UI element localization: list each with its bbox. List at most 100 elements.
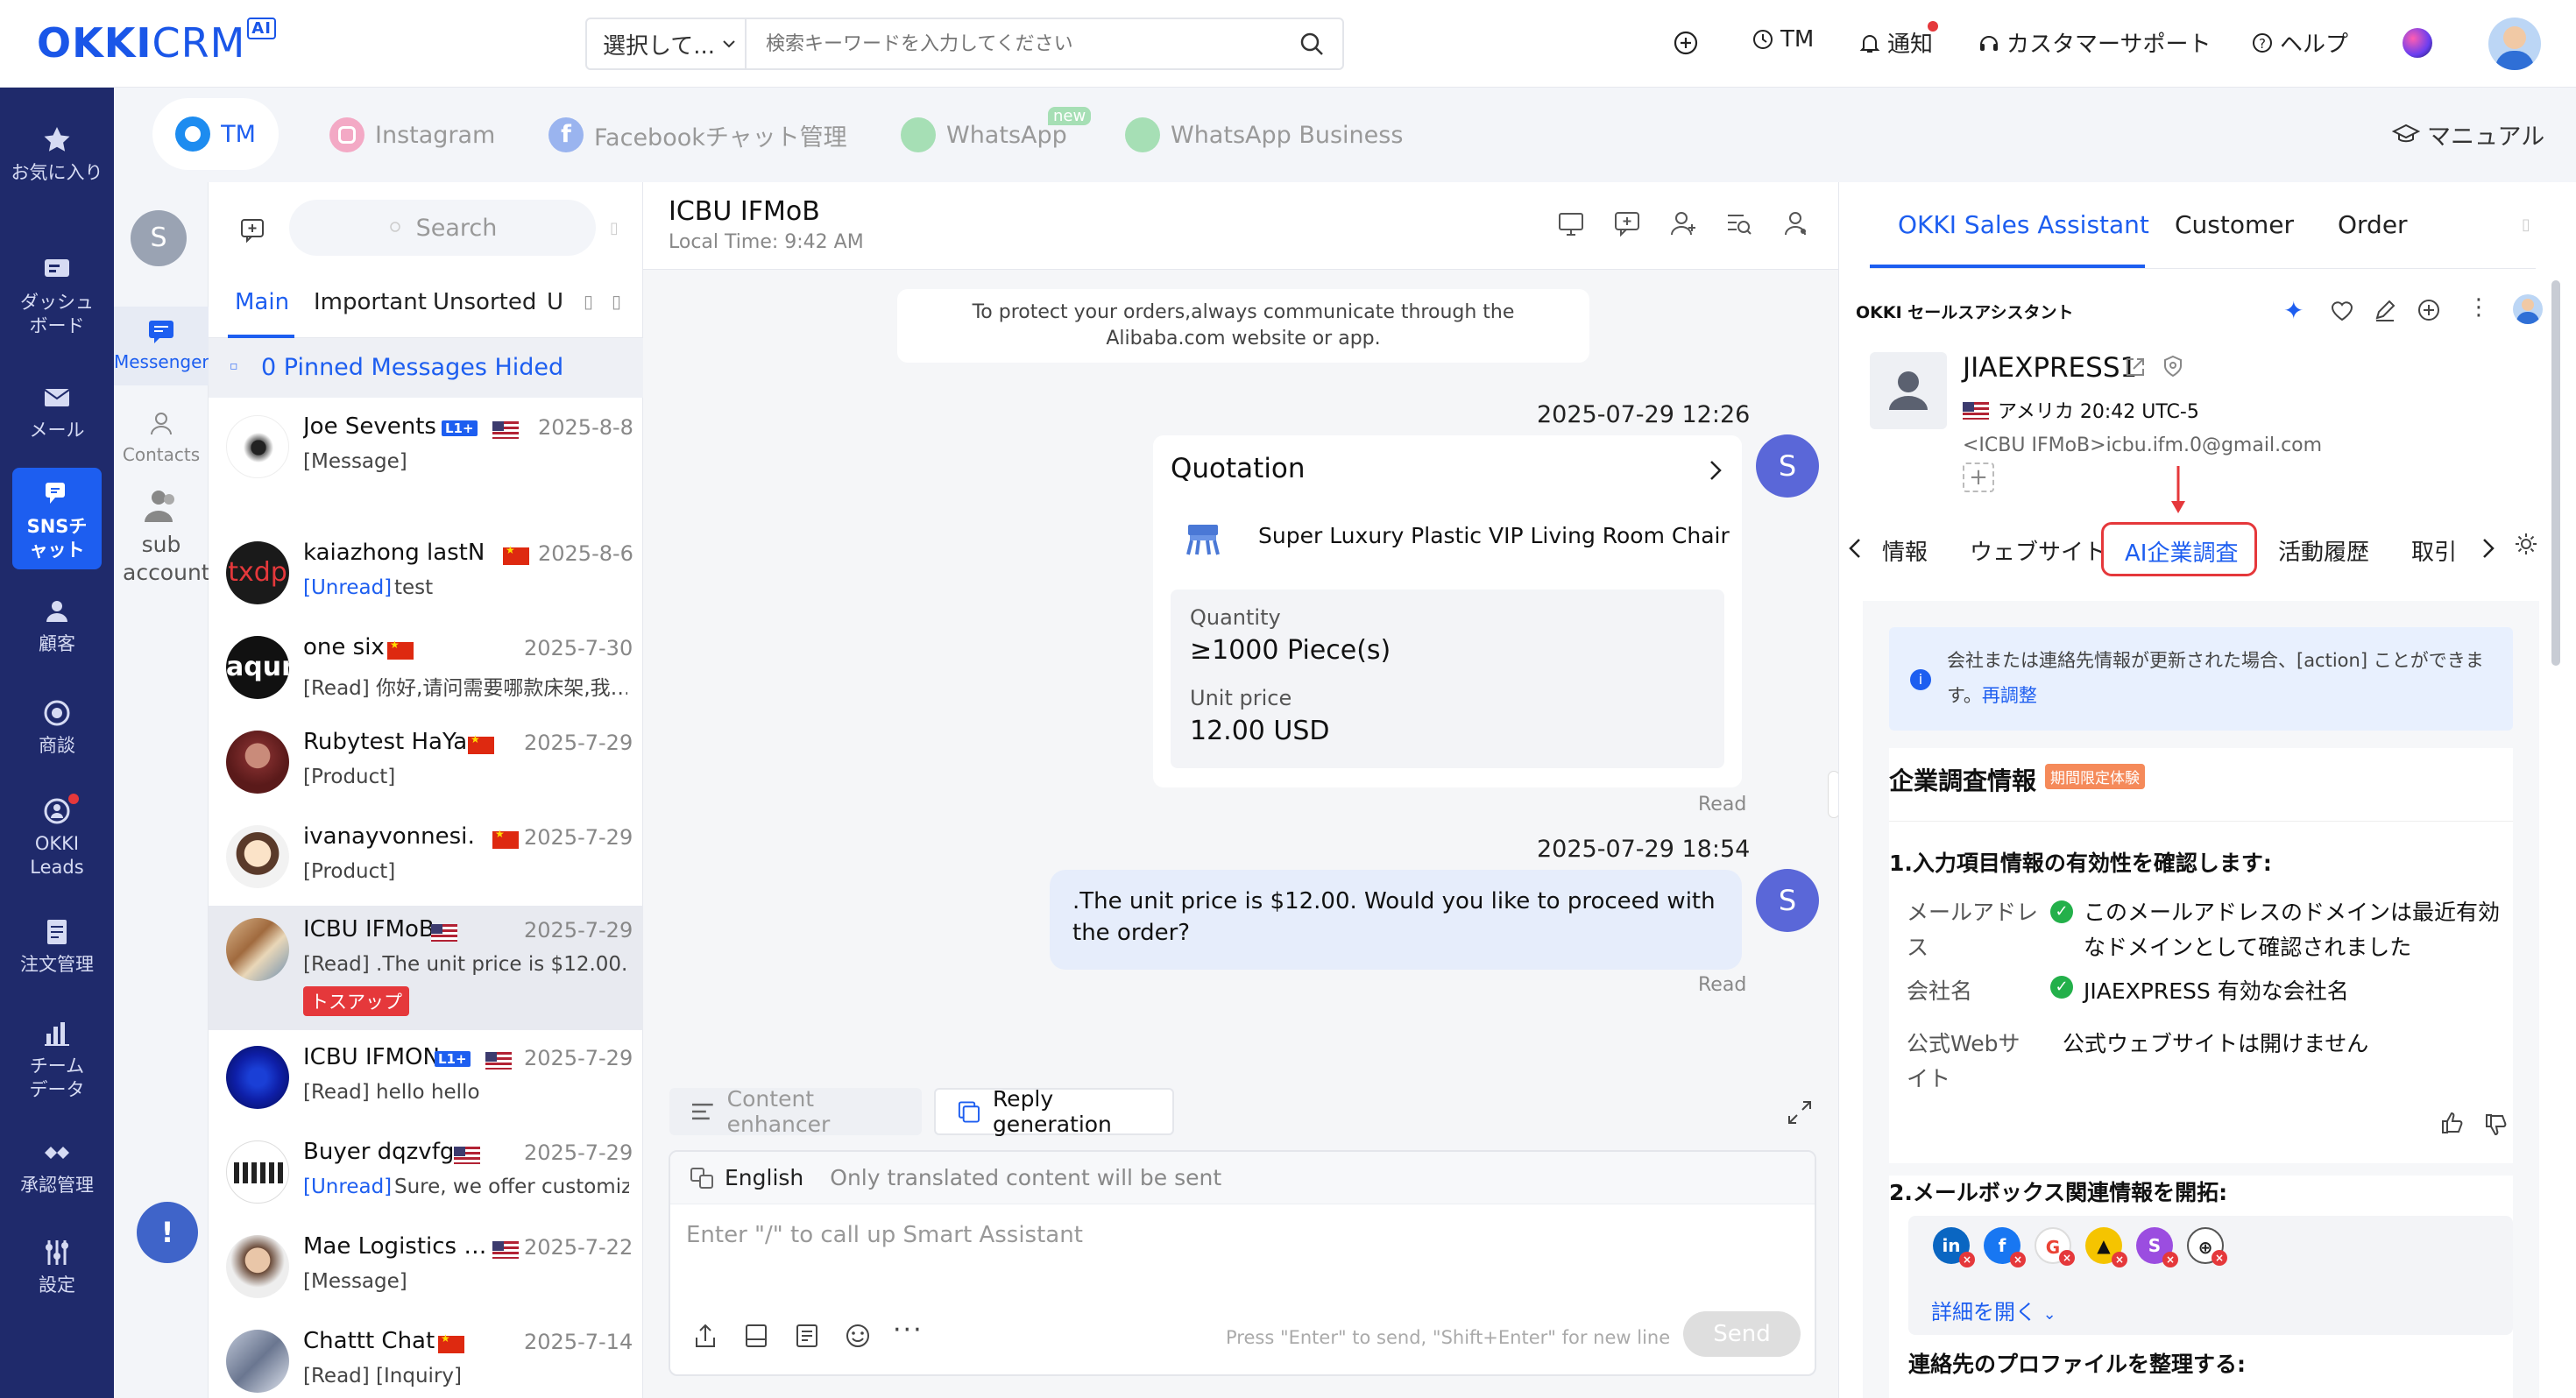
sales-navigator-icon[interactable]: ▲ × [2085,1227,2127,1267]
add-user-icon[interactable] [1668,208,1698,238]
linkedin-icon[interactable]: in × [1933,1227,1975,1267]
help-topnav[interactable]: ? ヘルプ [2250,26,2348,59]
chevron-right-icon[interactable] [1707,458,1724,483]
nav-approval[interactable]: 承認管理 [0,1137,114,1197]
external-link-icon[interactable] [2124,356,2147,378]
tab-order[interactable]: Order [2338,210,2408,239]
search-history-icon[interactable] [1724,208,1754,238]
okki-crm-logo[interactable]: OKKICRM AI [37,18,276,67]
nav-sns-chat[interactable]: SNSチャット [12,468,102,569]
thumbs-up-icon[interactable] [2439,1111,2464,1135]
send-button[interactable]: Send [1683,1311,1801,1357]
new-chat-icon[interactable] [238,215,266,244]
nav-customers[interactable]: 顧客 [0,596,114,656]
product-catalog-icon[interactable] [742,1322,770,1350]
conversation-row[interactable]: txdp kaiazhong lastN… 2025-8-6 [Unread] … [209,529,643,623]
contact-profile-icon[interactable] [1780,208,1810,238]
add-circle-icon[interactable] [1672,29,1700,57]
nav-favorites[interactable]: お気に入り [0,124,114,185]
nav-mail[interactable]: メール [0,382,114,442]
emoji-icon[interactable] [844,1322,872,1350]
globe-icon[interactable]: ⊕ × [2187,1227,2227,1266]
user-avatar[interactable] [2488,18,2541,70]
tab-unsorted[interactable]: Unsorted [433,289,536,315]
tab-okki-sales-assistant[interactable]: OKKI Sales Assistant [1898,210,2149,239]
add-tag-button[interactable]: + [1963,462,1994,492]
quotation-card[interactable]: Quotation Super Luxury Plastic VIP Livin… [1153,435,1742,787]
nav-dashboard[interactable]: ダッシュボード [0,254,114,338]
nav-settings[interactable]: 設定 [0,1237,114,1297]
info-tab-info[interactable]: 情報 [1882,534,1928,567]
conversation-row[interactable]: Rubytest HaYa 2025-7-29 [Product] [209,718,643,812]
expand-icon[interactable] [1786,1098,1814,1126]
more-vertical-icon[interactable]: ⋮ [2467,294,2490,321]
nav-order-management[interactable]: 注文管理 [0,916,114,977]
conversation-row[interactable]: Chattt Chat 2025-7-14 [Read] [Inquiry] [209,1317,643,1398]
conversation-row-selected[interactable]: ICBU IFMoB 2025-7-29 [Read] .The unit pr… [209,906,643,1030]
subnav-messenger[interactable]: Messenger [114,307,209,385]
info-tab-website[interactable]: ウェブサイト [1970,534,2106,567]
search-icon[interactable] [1299,31,1325,57]
conversation-row[interactable]: Mae Logistics … 2025-7-22 [Message] [209,1223,643,1317]
skype-icon[interactable]: S × [2136,1227,2178,1267]
notify-topnav[interactable]: 通知 [1858,21,1938,59]
search-scope-select[interactable]: 選択して... [587,19,747,68]
readjust-link[interactable]: 再調整 [1982,685,2037,706]
add-circle-icon[interactable] [2417,298,2441,322]
shield-settings-icon[interactable] [2161,354,2185,378]
language-select[interactable]: English [725,1165,803,1190]
tm-topnav[interactable]: TM [1751,26,1814,53]
channel-tab-tm[interactable]: TM [152,98,279,170]
search-options-icon[interactable]: ▯ [610,219,619,237]
channel-tab-whatsapp[interactable]: WhatsApp new [901,102,1092,168]
gear-icon[interactable] [2513,531,2539,557]
google-icon[interactable]: G × [2035,1227,2075,1266]
facebook-icon[interactable]: f × [1984,1227,2026,1267]
manual-link[interactable]: マニュアル [2392,117,2544,152]
panel-collapse-icon[interactable]: ▯ [2522,215,2530,234]
right-panel-scrollbar[interactable] [2551,280,2560,666]
add-comment-icon[interactable] [1612,208,1642,238]
conversation-row[interactable]: ICBU IFMON L1+ 2025-7-29 [Read] hello he… [209,1034,643,1127]
pinned-banner[interactable]: ▫ 0 Pinned Messages Hided [209,338,643,398]
reply-generation-button[interactable]: Reply generation [934,1086,1174,1137]
content-enhancer-button[interactable]: Content enhancer [669,1086,922,1137]
tab-menu-icon[interactable]: ▯ [612,291,621,312]
more-options-icon[interactable]: ··· [893,1315,924,1345]
chevron-left-icon[interactable] [1847,536,1865,561]
nav-team-data[interactable]: チームデータ [0,1018,114,1102]
search-input[interactable] [747,19,1299,68]
channel-tab-facebook[interactable]: f Facebookチャット管理 [548,102,847,168]
conversation-row[interactable]: aqur one six 2025-7-30 [Read] 你好,请问需要哪款床… [209,624,643,717]
conversation-row[interactable]: Buyer dqzvfg 2025-7-29 [Unread] Sure, we… [209,1128,643,1222]
ai-assistant-orb-icon[interactable] [2403,28,2432,58]
subnav-contacts[interactable]: Contacts [114,408,209,465]
upload-icon[interactable] [691,1322,719,1350]
message-bubble[interactable]: .The unit price is $12.00. Would you lik… [1050,870,1742,970]
expand-details-link[interactable]: 詳細を開く ⌄ [1931,1295,2056,1325]
tab-filter-icon[interactable]: ▯ [584,291,593,312]
assistant-user-avatar[interactable] [2513,294,2543,324]
tab-important[interactable]: Important [314,289,427,315]
conversation-row[interactable]: ivanayvonnesi… 2025-7-29 [Product] [209,813,643,907]
tab-main[interactable]: Main [235,289,289,315]
quotation-form-icon[interactable] [793,1322,821,1350]
channel-tab-whatsapp-business[interactable]: WhatsApp Business [1125,102,1403,168]
conversation-row[interactable]: Joe Sevents L1+ 2025-8-8 [Message] [209,403,643,497]
info-tab-activity[interactable]: 活動履歴 [2278,534,2369,567]
chevron-right-icon[interactable] [2480,536,2497,561]
info-tab-ai-research-highlight[interactable]: AI企業調査 [2101,522,2257,576]
thumbs-down-icon[interactable] [2483,1112,2508,1137]
account-avatar[interactable]: S [131,210,187,266]
support-topnav[interactable]: カスタマーサポート [1977,26,2211,59]
nav-okki-leads[interactable]: OKKI Leads [0,794,114,879]
screen-share-icon[interactable] [1556,208,1586,238]
feedback-button[interactable]: ! [137,1202,198,1263]
edit-icon[interactable] [2373,298,2397,322]
tab-more[interactable]: U [547,289,563,315]
message-input[interactable]: Enter "/" to call up Smart Assistant [686,1222,1799,1301]
nav-deals[interactable]: 商談 [0,697,114,758]
heart-icon[interactable] [2329,298,2355,322]
info-tab-deals[interactable]: 取引 [2411,534,2457,567]
tab-customer[interactable]: Customer [2175,210,2294,239]
